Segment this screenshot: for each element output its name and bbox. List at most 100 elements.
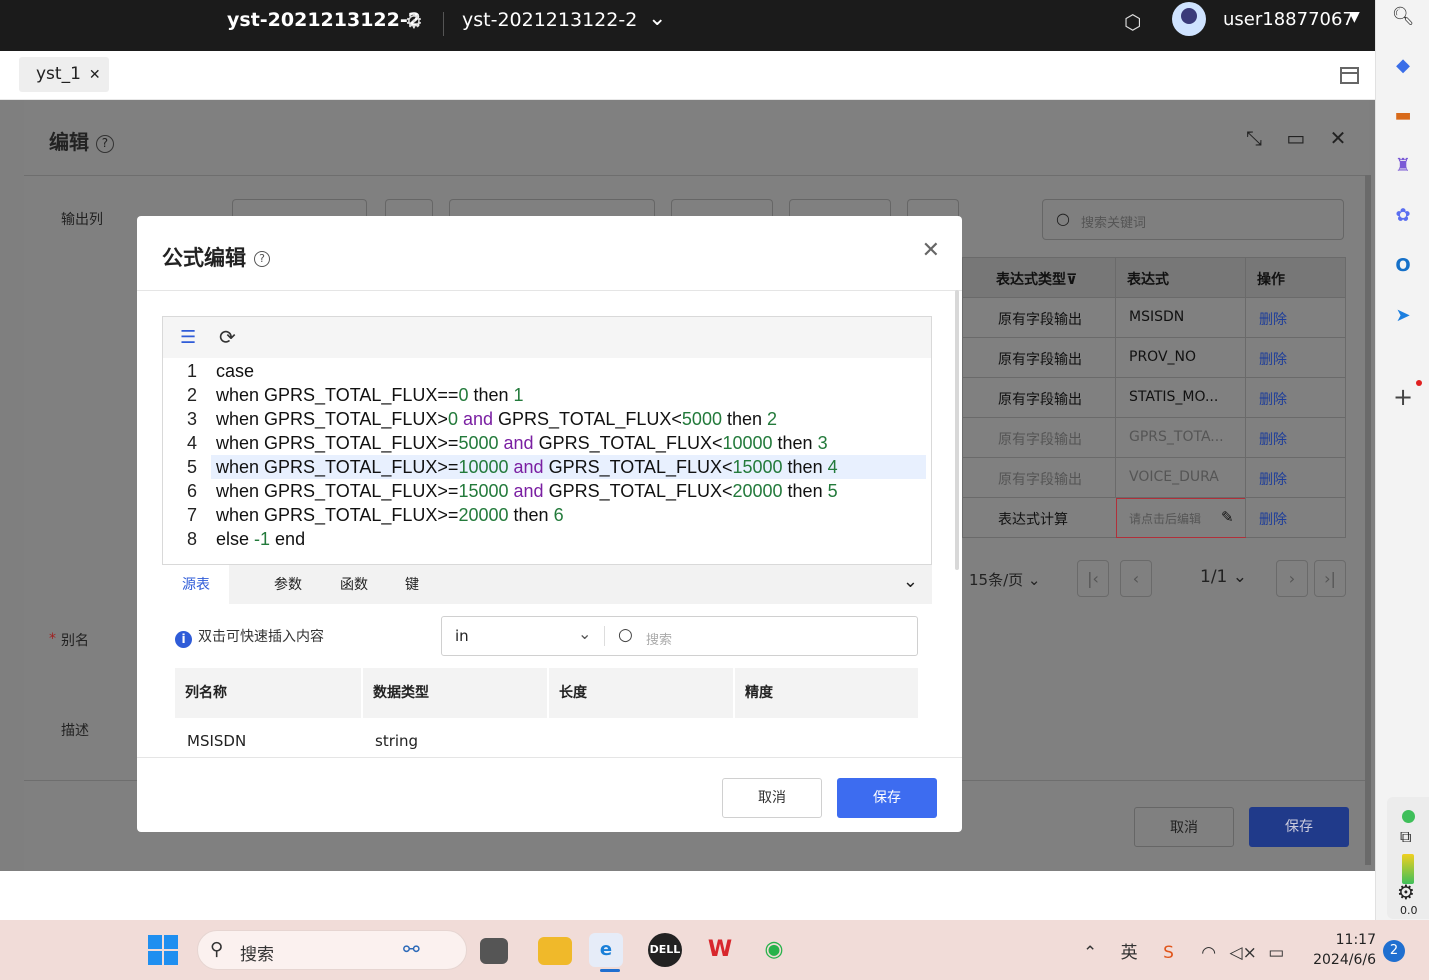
wps-icon[interactable]: W [703, 933, 737, 967]
outer-save-button[interactable]: 保存 [1249, 807, 1349, 847]
delete-link[interactable]: 删除 [1259, 309, 1287, 329]
delete-link[interactable]: 删除 [1259, 389, 1287, 409]
windows-start-icon[interactable] [148, 935, 178, 965]
cell-placeholder: 请点击后编辑 [1129, 512, 1202, 526]
code-text: else -1 end [216, 529, 306, 549]
tab-source-table[interactable]: 源表 [163, 565, 229, 605]
refresh-icon[interactable]: ⟳ [219, 325, 236, 349]
games-icon[interactable]: ♜ [1390, 153, 1416, 179]
settings-gear-icon[interactable]: ⚙ [405, 9, 423, 33]
scrollbar[interactable] [955, 290, 959, 570]
format-code-icon[interactable]: ☰ [180, 327, 196, 348]
delete-link[interactable]: 删除 [1259, 469, 1287, 489]
edge-icon[interactable]: e [589, 933, 623, 967]
table-row[interactable]: 表达式计算 请点击后编辑 ✎ 删除 [962, 498, 1346, 538]
tab-yst-1[interactable]: yst_1 ✕ [19, 57, 109, 92]
expression-edit-cell[interactable]: 请点击后编辑 ✎ [1116, 498, 1246, 538]
close-icon[interactable]: ✕ [1330, 126, 1347, 150]
battery-icon[interactable]: ▭ [1268, 943, 1284, 963]
close-icon[interactable]: ✕ [922, 238, 940, 263]
code-line[interactable]: 7 when GPRS_TOTAL_FLUX>=20000 then 6 [163, 503, 931, 527]
next-page-button[interactable]: › [1276, 560, 1308, 597]
cancel-button[interactable]: 取消 [722, 778, 822, 818]
code-line[interactable]: 5 when GPRS_TOTAL_FLUX>=10000 and GPRS_TO… [163, 455, 931, 479]
cube-icon[interactable]: ⬡ [1124, 10, 1141, 34]
delete-link[interactable]: 删除 [1259, 509, 1287, 529]
avatar[interactable] [1172, 2, 1206, 36]
wifi-icon[interactable]: ◠ [1201, 943, 1216, 963]
last-page-button[interactable]: ›| [1314, 560, 1346, 597]
cell-data-type[interactable]: string [375, 732, 418, 750]
tab-functions[interactable]: 函数 [321, 565, 387, 605]
code-line[interactable]: 4 when GPRS_TOTAL_FLUX>=5000 and GPRS_TOT… [163, 431, 931, 455]
code-editor[interactable]: ☰ ⟳ 1 case 2 when GPRS_TOTAL_FLUX==0 then 1… [162, 316, 932, 565]
taskbar-search[interactable]: ⚲ 搜索 ⚯ [197, 930, 467, 970]
chevron-up-icon[interactable]: ⌃ [1083, 943, 1097, 963]
system-tray: ⌃ 英 S ◠ ◁× ▭ [1083, 938, 1284, 963]
copilot-icon[interactable]: ✿ [1390, 203, 1416, 229]
cell-column-name[interactable]: MSISDN [187, 732, 246, 750]
outer-dialog-title: 编辑 ? [49, 126, 114, 155]
code-line[interactable]: 8 else -1 end [163, 527, 931, 551]
tab-parameters[interactable]: 参数 [255, 565, 321, 605]
caret-down-icon[interactable]: ▼ [1349, 9, 1360, 25]
ime-indicator[interactable]: 英 [1121, 943, 1138, 963]
collapse-chevron-icon[interactable]: ⌄ [903, 571, 918, 592]
tab-keys[interactable]: 键 [379, 565, 445, 605]
maximize-icon[interactable]: ▭ [1286, 126, 1305, 150]
delete-link[interactable]: 删除 [1259, 349, 1287, 369]
table-row[interactable]: 原有字段输出 PROV_NO 删除 [962, 338, 1346, 378]
project-name[interactable]: yst-2021213122-2 [227, 9, 421, 31]
workspace-selector[interactable]: yst-2021213122-2 [462, 9, 637, 31]
send-icon[interactable]: ➤ [1390, 303, 1416, 329]
outer-cancel-button[interactable]: 取消 [1134, 807, 1234, 847]
gear-icon[interactable]: ⚙ [1397, 880, 1415, 904]
page-select[interactable]: 1/1 ⌄ [1200, 567, 1247, 587]
table-row[interactable]: 原有字段输出 STATIS_MO... 删除 [962, 378, 1346, 418]
clock[interactable]: 11:17 2024/6/6 [1310, 930, 1376, 970]
info-icon: i [175, 631, 192, 648]
table-row[interactable]: 原有字段输出 MSISDN 删除 [962, 298, 1346, 338]
search-icon[interactable]: 🔍︎ [1390, 4, 1416, 30]
code-line[interactable]: 1 case [163, 359, 931, 383]
page-size-select[interactable]: 15条/页 ⌄ [969, 569, 1041, 590]
save-button[interactable]: 保存 [837, 778, 937, 818]
dell-icon[interactable]: DELL [648, 933, 682, 967]
shrink-icon[interactable]: ⤡ [1246, 126, 1262, 150]
help-icon[interactable]: ? [95, 134, 114, 153]
help-icon[interactable]: ? [254, 251, 270, 267]
outlook-icon[interactable]: O [1390, 253, 1416, 279]
layout-icon[interactable] [1340, 67, 1359, 84]
add-icon[interactable]: + [1390, 384, 1416, 410]
scrollbar[interactable] [1365, 175, 1371, 865]
notification-badge[interactable]: 2 [1383, 940, 1405, 962]
username[interactable]: user18877067 [1223, 9, 1354, 30]
chevron-down-icon[interactable]: ⌄ [578, 624, 591, 643]
prev-page-button[interactable]: ‹ [1120, 560, 1152, 597]
search-input[interactable]: 搜索 [646, 629, 672, 648]
wechat-icon[interactable]: ◉ [757, 933, 791, 967]
chevron-down-icon[interactable]: ⌄ [648, 6, 666, 31]
tag-icon[interactable]: ◆ [1390, 53, 1416, 79]
table-row[interactable]: 原有字段输出 VOICE_DURA 删除 [962, 458, 1346, 498]
keyword-search-input[interactable]: ○ 搜索关键词 [1042, 199, 1344, 240]
sogou-icon[interactable]: S [1163, 943, 1174, 963]
code-line[interactable]: 3 when GPRS_TOTAL_FLUX>0 and GPRS_TOTAL_F… [163, 407, 931, 431]
mute-icon[interactable]: ◁× [1230, 943, 1257, 963]
first-page-button[interactable]: |‹ [1077, 560, 1109, 597]
close-icon[interactable]: ✕ [89, 67, 101, 83]
task-view-icon[interactable] [480, 938, 508, 964]
code-line[interactable]: 6 when GPRS_TOTAL_FLUX>=15000 and GPRS_TO… [163, 479, 931, 503]
table-row[interactable]: 原有字段输出 GPRS_TOTA... 删除 [962, 418, 1346, 458]
pencil-icon[interactable]: ✎ [1221, 508, 1234, 526]
page-bottom [0, 871, 1375, 919]
toolbox-icon[interactable]: ▬ [1390, 103, 1416, 129]
file-explorer-icon[interactable] [538, 937, 572, 965]
browser-sidebar: 🔍︎ ◆ ▬ ♜ ✿ O ➤ + [1375, 0, 1429, 920]
code-line[interactable]: 2 when GPRS_TOTAL_FLUX==0 then 1 [163, 383, 931, 407]
screenshot-icon[interactable]: ⧉ [1400, 827, 1411, 847]
source-select[interactable]: in [455, 627, 469, 645]
line-number: 4 [186, 433, 197, 453]
delete-link[interactable]: 删除 [1259, 429, 1287, 449]
line-number: 5 [186, 457, 197, 477]
